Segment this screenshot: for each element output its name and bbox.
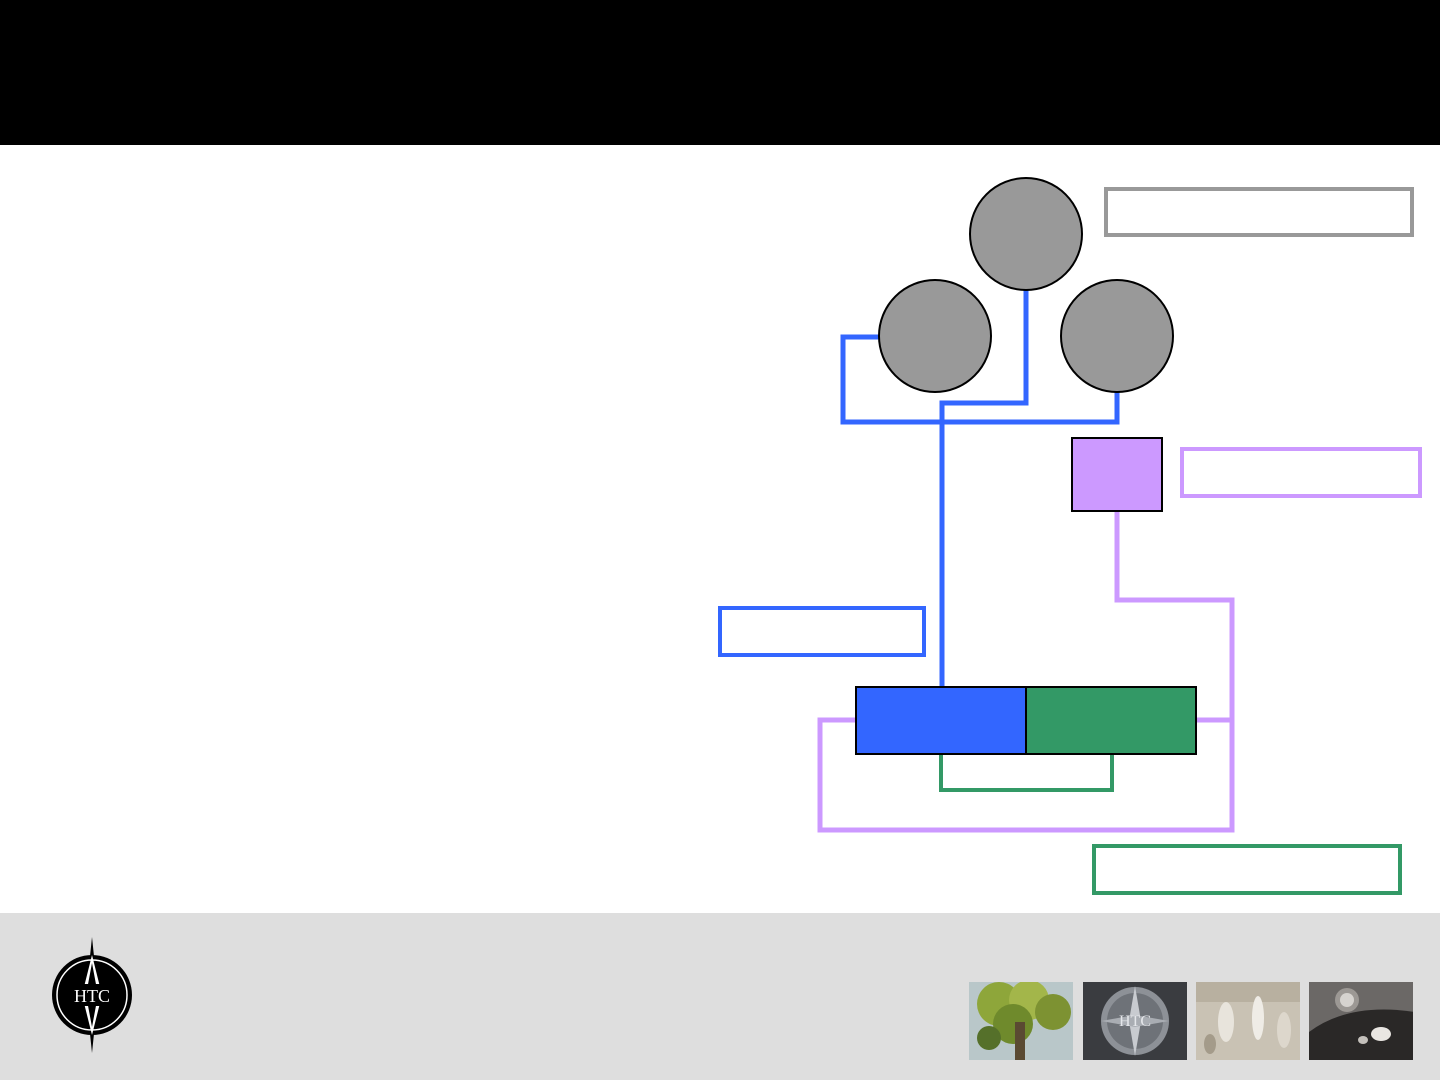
green-connector [939, 754, 1114, 792]
svg-text:HTC: HTC [1119, 1013, 1151, 1030]
purple-square [1071, 437, 1163, 512]
circle-right [1060, 279, 1174, 393]
purple-connector-loop [817, 511, 1235, 833]
slide: HTC HTC [0, 0, 1440, 1080]
flow-diagram [718, 177, 1422, 895]
vehicle-headlight-photo [1309, 982, 1413, 1060]
circle-top [969, 177, 1083, 291]
circle-left [878, 279, 992, 393]
green-block [1025, 686, 1197, 755]
purple-connectors [817, 511, 1235, 833]
htc-logo: HTC [52, 937, 132, 1053]
blue-block [855, 686, 1027, 755]
floor-texture-photo [1196, 982, 1300, 1060]
callout-purple [1180, 447, 1422, 498]
callout-gray [1104, 187, 1414, 237]
tree-photo [969, 982, 1073, 1060]
logo-text: HTC [74, 986, 110, 1006]
callout-blue [718, 606, 926, 657]
callout-green [1092, 844, 1402, 895]
htc-emblem-photo: HTC [1083, 982, 1187, 1060]
